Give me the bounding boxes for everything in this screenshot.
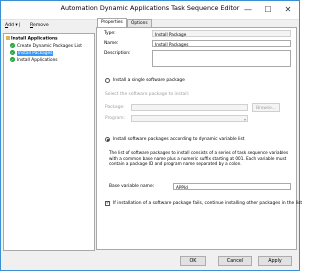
- close-button[interactable]: ✕: [280, 4, 296, 15]
- continue-on-failure-label: If installation of a software package fa…: [113, 201, 303, 206]
- editor-window: Automation Dynamic Applications Task Seq…: [0, 0, 302, 271]
- tree-item[interactable]: ✓ Create Dynamic Packages List: [10, 43, 82, 49]
- sequence-tree[interactable]: Install Applications ✓ Create Dynamic Pac…: [3, 33, 95, 251]
- base-variable-field[interactable]: APPId: [173, 183, 291, 190]
- description-field[interactable]: [152, 50, 291, 67]
- minimize-button[interactable]: —: [240, 4, 256, 15]
- properties-panel: Type: Install Package Name: Install Pack…: [96, 27, 302, 250]
- package-field: [131, 104, 248, 111]
- single-package-radio[interactable]: [105, 78, 110, 83]
- dynamic-list-description: The list of software packages to install…: [109, 150, 289, 166]
- continue-on-failure-checkbox[interactable]: ✓: [105, 201, 110, 206]
- toolbar: Add ▾ | Remove: [1, 21, 92, 32]
- separator-bar: |: [19, 23, 21, 28]
- program-label: Program:: [105, 116, 126, 121]
- chevron-down-icon: ▾: [243, 117, 246, 122]
- select-package-label: Select the software package to install:: [105, 92, 190, 97]
- maximize-button[interactable]: ☐: [260, 4, 276, 15]
- single-package-label: Install a single software package: [113, 78, 185, 83]
- package-label: Package:: [105, 105, 125, 110]
- tree-root[interactable]: Install Applications: [6, 36, 58, 42]
- type-label: Type:: [104, 31, 116, 36]
- check-circle-icon: ✓: [10, 57, 15, 62]
- remove-button[interactable]: Remove: [30, 23, 49, 28]
- add-menu-button[interactable]: Add ▾: [5, 23, 18, 28]
- check-circle-icon: ✓: [10, 50, 15, 55]
- dynamic-list-label: Install software packages according to d…: [113, 137, 245, 142]
- tree-item-selected[interactable]: ✓ Install Packages: [10, 50, 54, 56]
- program-dropdown: ▾: [131, 115, 248, 122]
- description-label: Description:: [104, 51, 131, 56]
- title-bar[interactable]: Automation Dynamic Applications Task Seq…: [1, 1, 299, 20]
- type-field: Install Package: [152, 30, 291, 37]
- name-field[interactable]: Install Packages: [152, 40, 291, 47]
- browse-button: Browse...: [252, 103, 280, 112]
- folder-icon: [6, 36, 10, 40]
- tree-item[interactable]: ✓ Install Applications: [10, 57, 58, 63]
- ok-button[interactable]: OK: [180, 256, 206, 266]
- check-circle-icon: ✓: [10, 43, 15, 48]
- cancel-button[interactable]: Cancel: [218, 256, 252, 266]
- name-label: Name:: [104, 41, 119, 46]
- dynamic-list-radio[interactable]: [105, 137, 110, 142]
- chevron-down-icon: ▾: [15, 23, 18, 28]
- base-variable-label: Base variable name:: [109, 184, 155, 189]
- apply-button[interactable]: Apply: [258, 256, 292, 266]
